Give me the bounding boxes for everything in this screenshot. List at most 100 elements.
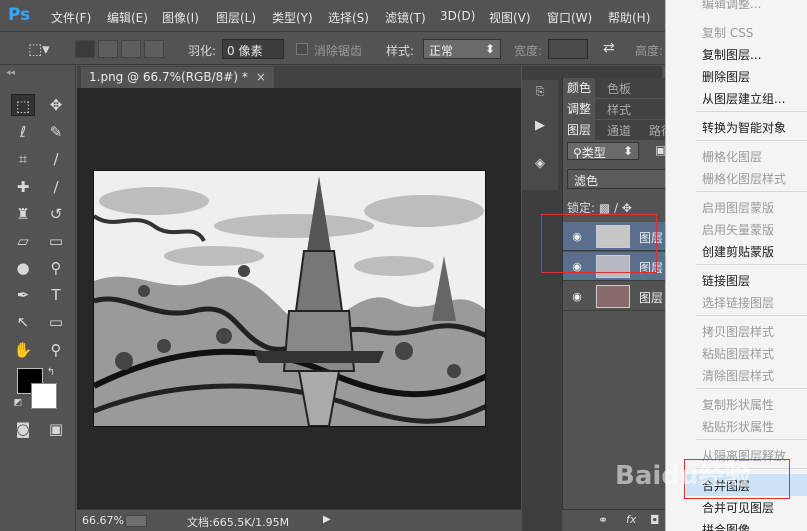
menu-type[interactable]: 类型(Y) [272,9,313,26]
actions-play-icon[interactable]: ▶ [530,116,550,136]
style-select[interactable]: 正常 ⬍ [423,39,501,59]
menu-item-copy-css: 复制 CSS [702,26,754,40]
layer-context-menu: 编辑调整... 复制 CSS 复制图层... 删除图层 从图层建立组... 转换… [665,0,807,531]
link-layers-icon[interactable]: ⚭ [598,513,608,527]
quick-mask-icon[interactable]: ◙ [11,418,35,440]
lasso-icon[interactable]: ℓ [11,121,35,143]
menu-window[interactable]: 窗口(W) [547,9,592,26]
zoom-icon[interactable]: ⚲ [44,339,68,361]
visibility-eye-icon[interactable]: ◉ [569,290,585,303]
document-image[interactable] [93,170,486,427]
menu-item-duplicate-layer[interactable]: 复制图层... [702,46,761,63]
sketch-artwork [94,171,485,426]
width-input[interactable] [548,39,588,59]
tab-layers[interactable]: 图层 [563,120,596,140]
menu-item-select-linked: 选择链接图层 [702,296,775,310]
menu-view[interactable]: 视图(V) [489,9,531,26]
3d-icon[interactable]: ◈ [530,154,550,174]
layers-tab-row: 图层 通道 路径 [563,120,673,140]
menu-separator [696,111,807,112]
lock-brush-icon[interactable]: ∕ [614,201,618,215]
layer-kind-filter[interactable]: ⚲类型 ⬍ [567,142,639,160]
healing-brush-icon[interactable]: ✚ [11,176,35,198]
tab-adjustments[interactable]: 调整 [563,99,596,119]
tab-swatches[interactable]: 色板 [607,80,631,97]
tools-panel: ◂◂ ⬚ ✥ ℓ ✎ ⌗ ∕ ✚ ∕ ♜ ↺ ▱ ▭ ● ⚲ ✒ T ↖ ▭ ✋… [0,66,76,531]
new-selection-icon[interactable] [75,40,95,58]
eraser-icon[interactable]: ▱ [11,230,35,252]
brush-icon[interactable]: ∕ [44,176,68,198]
clone-stamp-icon[interactable]: ♜ [11,203,35,225]
fx-icon[interactable]: fx [626,513,636,526]
menu-item-merge-visible[interactable]: 合并可见图层 [702,499,774,516]
menu-separator [696,140,807,141]
menu-item-create-clipping-mask[interactable]: 创建剪贴蒙版 [702,243,774,260]
menu-layer[interactable]: 图层(L) [216,9,256,26]
color-tab-row: 颜色 色板 [563,78,666,98]
canvas-area[interactable] [77,88,521,509]
blend-mode-select[interactable]: 滤色 [567,169,666,189]
menu-filter[interactable]: 滤镜(T) [385,9,426,26]
photoshop-window: Ps 文件(F) 编辑(E) 图像(I) 图层(L) 类型(Y) 选择(S) 滤… [0,0,807,531]
gradient-icon[interactable]: ▭ [44,230,68,252]
feather-input[interactable]: 0 像素 [222,39,284,59]
history-icon[interactable]: ⎘ [530,82,550,102]
close-icon[interactable]: × [256,70,266,84]
quick-select-icon[interactable]: ✎ [44,121,68,143]
menu-item-delete-layer[interactable]: 删除图层 [702,68,750,85]
menu-item-enable-vector-mask: 启用矢量蒙版 [702,223,775,237]
dodge-icon[interactable]: ⚲ [44,257,68,279]
menu-file[interactable]: 文件(F) [51,9,91,26]
menu-edit[interactable]: 编辑(E) [107,9,148,26]
rectangle-shape-icon[interactable]: ▭ [44,311,68,333]
status-menu-arrow-icon[interactable]: ▶ [323,514,331,525]
menu-help[interactable]: 帮助(H) [608,9,650,26]
menu-item-convert-smart-object[interactable]: 转换为智能对象 [702,119,786,136]
hand-icon[interactable]: ✋ [11,339,35,361]
zoom-preview-icon [125,515,147,527]
rect-marquee-icon[interactable]: ⬚ [11,94,35,116]
tab-styles[interactable]: 样式 [607,101,631,118]
path-select-icon[interactable]: ↖ [11,311,35,333]
menu-item-group-from-layers[interactable]: 从图层建立组... [702,90,785,107]
menu-image[interactable]: 图像(I) [162,9,199,26]
layer-name[interactable]: 图层 [639,289,663,306]
antialias-checkbox[interactable] [296,43,308,55]
marquee-preset-icon[interactable]: ⬚▾ [28,40,50,58]
collapse-icon[interactable]: ◂◂ [6,68,15,78]
menu-item-flatten-image[interactable]: 拼合图像 [702,521,750,531]
menu-item-rasterize-style: 栅格化图层样式 [702,172,787,186]
menu-separator [696,264,807,265]
menu-item-paste-shape-attrs: 粘贴形状属性 [702,420,775,434]
pen-icon[interactable]: ✒ [11,284,35,306]
eyedropper-icon[interactable]: ∕ [44,148,68,170]
crop-icon[interactable]: ⌗ [11,148,35,170]
intersect-selection-icon[interactable] [144,40,164,58]
tab-channels[interactable]: 通道 [607,122,631,139]
type-tool-icon[interactable]: T [44,284,68,306]
swap-icon[interactable]: ⇄ [603,40,615,56]
default-colors-icon[interactable]: ◩ [12,392,24,414]
blur-icon[interactable]: ● [11,257,35,279]
menu-item-link-layers[interactable]: 链接图层 [702,272,750,289]
menu-item-rasterize-layer: 栅格化图层 [702,150,763,164]
menu-select[interactable]: 选择(S) [328,9,369,26]
add-selection-icon[interactable] [98,40,118,58]
layer-row[interactable]: ◉ 图层 [563,282,666,311]
tab-color[interactable]: 颜色 [563,78,596,98]
move-tool-icon[interactable]: ✥ [44,94,68,116]
feather-label: 羽化: [188,44,217,58]
menu-3d[interactable]: 3D(D) [440,9,475,23]
lock-move-icon[interactable]: ✥ [622,201,632,215]
zoom-level[interactable]: 66.67% [82,514,124,527]
swap-colors-icon[interactable]: ↰ [44,362,58,384]
doc-info: 文档:665.5K/1.95M [187,516,290,529]
subtract-selection-icon[interactable] [121,40,141,58]
background-color-swatch[interactable] [31,383,57,409]
screen-mode-icon[interactable]: ▣ [44,418,68,440]
lock-pixels-icon[interactable]: ▩ [599,201,610,215]
history-brush-icon[interactable]: ↺ [44,203,68,225]
height-label: 高度: [635,44,664,58]
document-tab[interactable]: 1.png @ 66.7%(RGB/8#) * × [81,67,274,88]
add-mask-icon[interactable]: ◘ [650,513,660,527]
